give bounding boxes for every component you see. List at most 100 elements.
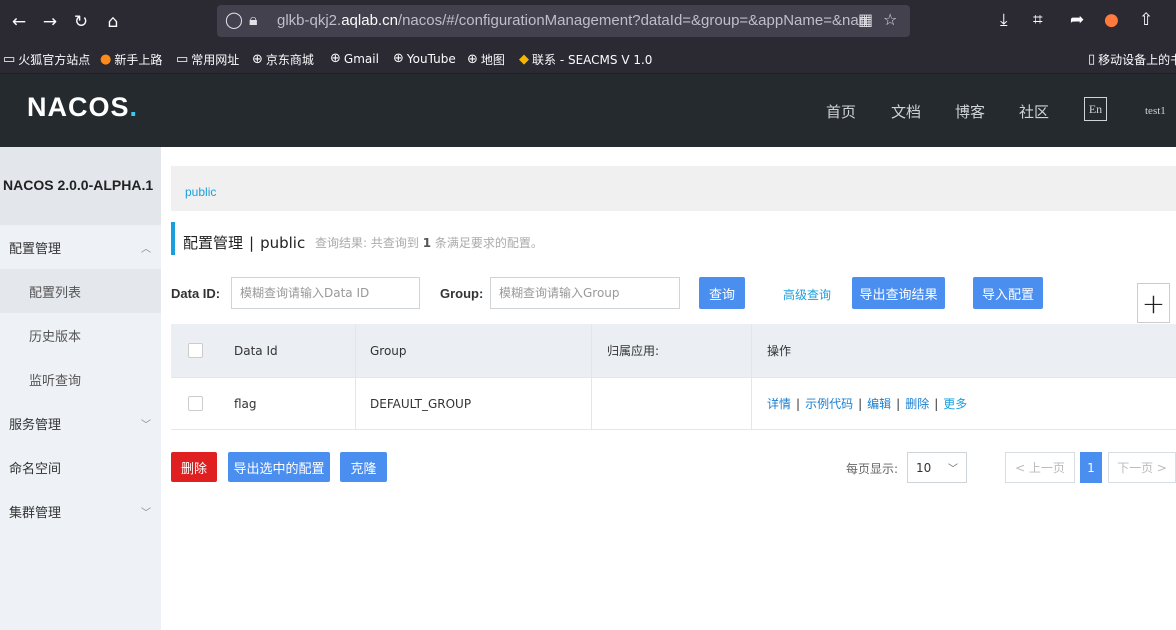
sidebar-item-config-management[interactable]: 配置管理 ︿ — [0, 225, 161, 269]
url-subdomain: glkb-qkj2. — [277, 12, 342, 29]
table-row: flag DEFAULT_GROUP 详情 | 示例代码 | 编辑 | 删除 | 更多 — [171, 378, 1176, 430]
cell-app — [591, 378, 751, 429]
sidebar-item-namespace[interactable]: 命名空间 — [0, 445, 161, 489]
page-title-namespace: public — [260, 234, 306, 252]
globe-icon: ⊕ — [252, 52, 263, 67]
bookmark-item[interactable]: ⊕ 地图 — [467, 51, 505, 68]
next-page-button[interactable]: 下一页 > — [1108, 452, 1176, 483]
globe-icon: ⊕ — [393, 51, 404, 66]
bookmark-label: Gmail — [343, 51, 379, 66]
language-toggle[interactable]: En — [1084, 97, 1107, 121]
nav-blog[interactable]: 博客 — [955, 101, 985, 122]
url-bar[interactable]: ◯ 🔒︎ glkb-qkj2.aqlab.cn/nacos/#/configur… — [217, 5, 910, 37]
namespace-public-link[interactable]: public — [185, 185, 216, 199]
chevron-up-icon: ︿ — [141, 243, 151, 255]
bookmark-star-icon[interactable]: ☆ — [883, 10, 897, 29]
sidebar-item-label: 配置管理 — [9, 241, 62, 257]
sample-code-link[interactable]: 示例代码 — [805, 395, 853, 412]
url-path: /nacos/#/configurationManagement?dataId=… — [397, 12, 868, 29]
qr-code-icon[interactable]: ▦ — [858, 10, 873, 29]
prev-page-button[interactable]: < 上一页 — [1005, 452, 1075, 483]
select-all-checkbox[interactable] — [187, 343, 203, 358]
column-header[interactable]: Data Id — [219, 324, 355, 377]
user-name[interactable]: test1 — [1145, 105, 1166, 117]
column-header[interactable]: 归属应用: — [591, 324, 751, 377]
delete-link[interactable]: 删除 — [905, 395, 929, 412]
url-text[interactable]: glkb-qkj2.aqlab.cn/nacos/#/configuration… — [277, 12, 877, 29]
sidebar-item-cluster-management[interactable]: 集群管理 ﹀ — [0, 489, 161, 533]
bookmark-label: 新手上路 — [114, 53, 163, 67]
namespace-bar: public — [171, 166, 1176, 211]
bookmark-label: 火狐官方站点 — [18, 53, 91, 67]
home-icon[interactable]: ⌂ — [100, 9, 126, 35]
sidebar-item-listener-query[interactable]: 监听查询 — [0, 357, 161, 401]
folder-icon: ▭ — [176, 52, 189, 67]
page-title-text: 配置管理 — [183, 234, 244, 252]
bookmark-item[interactable]: ◆ 联系 - SEACMS V 1.0 — [519, 51, 652, 68]
forward-icon[interactable]: → — [37, 9, 63, 35]
bookmark-item[interactable]: ● 新手上路 — [100, 51, 162, 68]
column-header[interactable]: Group — [355, 324, 591, 377]
add-config-button[interactable]: + — [1137, 283, 1170, 323]
crop-icon[interactable]: ⌗ — [1033, 10, 1043, 30]
import-config-button[interactable]: 导入配置 — [973, 277, 1043, 309]
result-prefix: 查询结果: 共查询到 — [315, 236, 419, 250]
advanced-query-link[interactable]: 高级查询 — [783, 286, 831, 303]
export-results-button[interactable]: 导出查询结果 — [852, 277, 945, 309]
export-selected-button[interactable]: 导出选中的配置 — [228, 452, 330, 482]
nav-home[interactable]: 首页 — [826, 101, 856, 122]
nacos-logo[interactable]: NACOS. — [27, 92, 138, 123]
bookmarks-bar: ▭ 火狐官方站点 ● 新手上路 ▭ 常用网址 ⊕ 京东商城 ⊕ Gmail ⊕ YouTub… — [0, 44, 1176, 74]
cell-group: DEFAULT_GROUP — [355, 378, 591, 429]
extension-fox-icon[interactable]: ● — [1104, 10, 1119, 30]
sidebar-item-config-list[interactable]: 配置列表 — [0, 269, 161, 313]
bookmark-label: 联系 - SEACMS V 1.0 — [532, 53, 653, 67]
query-button[interactable]: 查询 — [699, 277, 745, 309]
detail-link[interactable]: 详情 — [767, 395, 791, 412]
data-id-input[interactable] — [231, 277, 420, 309]
page-size-value: 10 — [916, 460, 932, 475]
browser-toolbar: ← → ↻ ⌂ ◯ 🔒︎ glkb-qkj2.aqlab.cn/nacos/#/… — [0, 0, 1176, 44]
result-suffix: 条满足要求的配置。 — [434, 236, 543, 250]
seacms-icon: ◆ — [519, 52, 529, 67]
current-page-button[interactable]: 1 — [1080, 452, 1102, 483]
sidebar-item-label: 监听查询 — [29, 373, 82, 389]
firefox-icon: ● — [100, 52, 112, 67]
bookmark-item[interactable]: ⊕ 京东商城 — [252, 51, 314, 68]
shield-icon[interactable]: ◯ — [225, 10, 243, 29]
share-icon[interactable]: ⇧ — [1139, 10, 1153, 30]
bookmark-item[interactable]: ⊕ Gmail — [330, 51, 379, 66]
sidebar-item-service-management[interactable]: 服务管理 ﹀ — [0, 401, 161, 445]
bookmark-item[interactable]: ▯ 移动设备上的书 — [1088, 51, 1176, 68]
sidebar-item-history[interactable]: 历史版本 — [0, 313, 161, 357]
edit-link[interactable]: 编辑 — [867, 395, 891, 412]
lock-icon[interactable]: 🔒︎ — [249, 10, 258, 30]
result-summary: 查询结果: 共查询到 1 条满足要求的配置。 — [315, 234, 543, 251]
title-accent-bar — [171, 222, 175, 255]
page-size-select[interactable]: 10 ﹀ — [907, 452, 967, 483]
result-count: 1 — [422, 236, 432, 250]
row-checkbox[interactable] — [187, 396, 203, 411]
group-input[interactable] — [490, 277, 680, 309]
sidebar-item-label: 命名空间 — [9, 461, 62, 477]
extension-arrow-icon[interactable]: ➦ — [1070, 10, 1084, 30]
group-label: Group: — [440, 286, 484, 301]
bookmark-item[interactable]: ▭ 火狐官方站点 — [3, 51, 90, 68]
column-header: 操作 — [751, 324, 1176, 377]
table-header-row: Data Id Group 归属应用: 操作 — [171, 324, 1176, 378]
delete-button[interactable]: 删除 — [171, 452, 217, 482]
nav-docs[interactable]: 文档 — [891, 101, 921, 122]
download-icon[interactable]: ⤓ — [1000, 10, 1008, 30]
back-icon[interactable]: ← — [6, 9, 32, 35]
logo-text: NACOS — [27, 92, 130, 122]
sidebar-item-label: 集群管理 — [9, 505, 62, 521]
more-link[interactable]: 更多 — [943, 395, 967, 412]
bookmark-item[interactable]: ⊕ YouTube — [393, 51, 456, 66]
bookmark-item[interactable]: ▭ 常用网址 — [176, 51, 239, 68]
nav-community[interactable]: 社区 — [1019, 101, 1049, 122]
globe-icon: ⊕ — [330, 51, 341, 66]
url-domain: aqlab.cn — [341, 12, 398, 29]
reload-icon[interactable]: ↻ — [68, 9, 94, 35]
clone-button[interactable]: 克隆 — [340, 452, 387, 482]
chevron-down-icon: ﹀ — [141, 419, 151, 431]
